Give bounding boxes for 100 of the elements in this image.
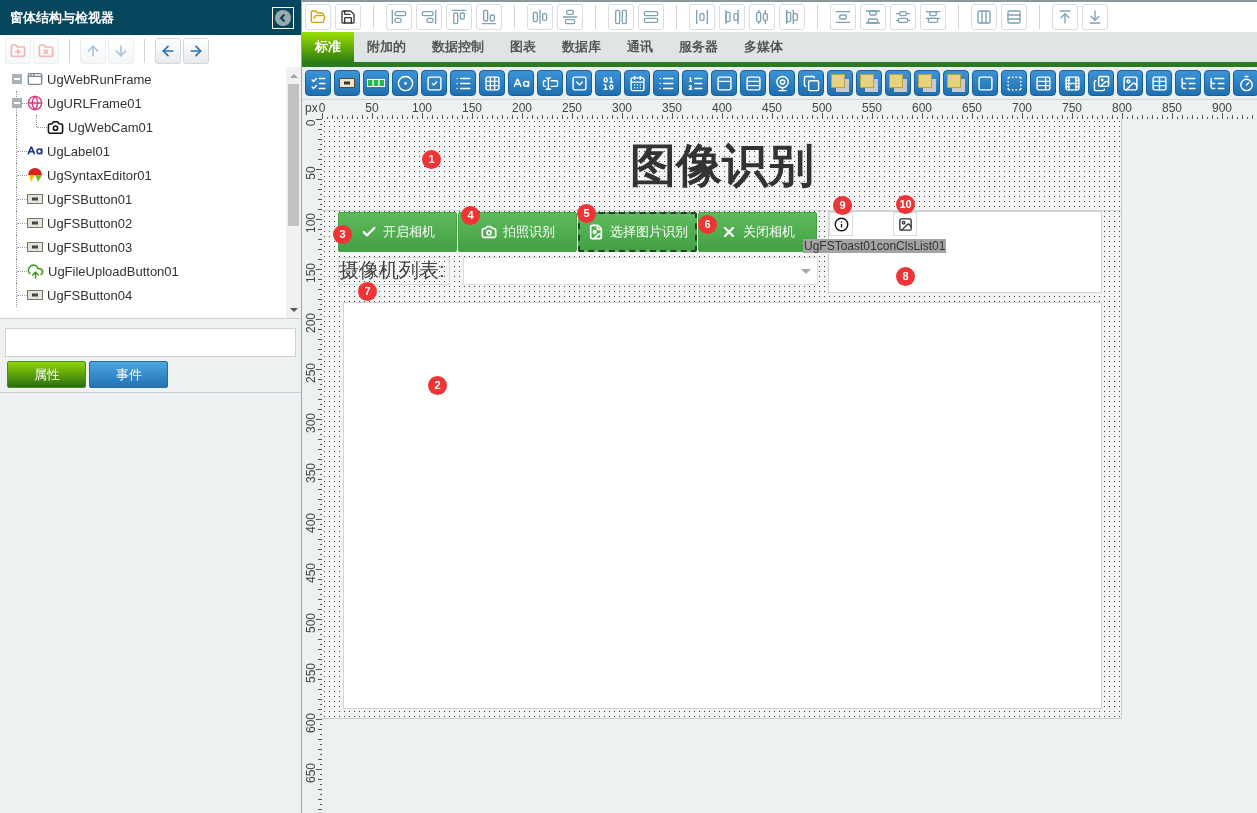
save-icon — [340, 9, 356, 25]
panel-tab[interactable]: 属性 — [7, 361, 86, 388]
palette-button[interactable] — [1030, 70, 1056, 96]
palette-button[interactable] — [914, 70, 940, 96]
palette-button[interactable] — [421, 70, 447, 96]
arrow-down-icon — [113, 43, 129, 59]
tree-item[interactable]: UgWebRunFrame — [27, 71, 152, 87]
palette-button[interactable] — [1204, 70, 1230, 96]
component-tab[interactable]: 多媒体 — [731, 32, 796, 62]
component-tab[interactable]: 服务器 — [666, 32, 731, 62]
calendar-icon — [628, 74, 646, 92]
webcam-icon — [773, 74, 791, 92]
align-center-icon — [532, 9, 548, 25]
ruler-label: 650 — [305, 763, 317, 783]
component-tab[interactable]: 数据库 — [549, 32, 614, 62]
ruler-label: 600 — [305, 713, 317, 733]
ruler-label: 150 — [462, 102, 482, 114]
folder-icon — [310, 9, 326, 25]
ruler-label: 350 — [662, 102, 682, 114]
tool-button[interactable] — [829, 212, 853, 236]
tree-item[interactable]: UgWebCam01 — [47, 118, 154, 136]
tree-item[interactable]: UgFSButton03 — [27, 240, 133, 254]
ruler-label: 300 — [305, 413, 317, 433]
align-left-icon — [391, 9, 407, 25]
ruler-label: 500 — [812, 102, 832, 114]
ruler-label: 750 — [1062, 102, 1082, 114]
space-between-icon — [724, 9, 740, 25]
palette-button[interactable] — [827, 70, 853, 96]
cloud-upload-icon — [27, 262, 44, 280]
tree-item[interactable]: UgFSButton01 — [27, 192, 133, 206]
palette-button[interactable] — [624, 70, 650, 96]
palette-button[interactable] — [1233, 70, 1257, 96]
dashed-square-icon — [1005, 74, 1023, 92]
tool-button[interactable] — [893, 212, 917, 236]
ruler-label: 250 — [305, 363, 317, 383]
palette-button[interactable] — [305, 70, 331, 96]
palette-button[interactable] — [711, 70, 737, 96]
palette-button[interactable] — [566, 70, 592, 96]
palette-button[interactable] — [479, 70, 505, 96]
arrow-down-to-line-icon — [1087, 9, 1103, 25]
palette-button[interactable] — [1117, 70, 1143, 96]
button-icon — [27, 242, 43, 252]
ruler-label: 200 — [512, 102, 532, 114]
window-icon — [27, 71, 43, 87]
ruler-label: 900 — [1212, 102, 1232, 114]
palette-button[interactable] — [1146, 70, 1172, 96]
palette-button[interactable] — [682, 70, 708, 96]
image-icon — [897, 216, 913, 232]
palette-button[interactable] — [740, 70, 766, 96]
ruler-label: 700 — [1012, 102, 1032, 114]
grid-icon — [483, 74, 501, 92]
palette-button[interactable] — [392, 70, 418, 96]
number-badge: 8 — [896, 267, 915, 286]
palette-button[interactable] — [595, 70, 621, 96]
component-tab[interactable]: 通讯 — [614, 32, 666, 62]
palette-button[interactable] — [972, 70, 998, 96]
ruler-label: 450 — [305, 563, 317, 583]
tree-item[interactable]: UgFSButton02 — [27, 216, 133, 230]
toolbar-button[interactable] — [335, 4, 361, 30]
palette-button[interactable] — [943, 70, 969, 96]
tree-item[interactable]: UgURLFrame01 — [27, 95, 142, 111]
palette-button[interactable] — [450, 70, 476, 96]
palette-button[interactable] — [1088, 70, 1114, 96]
panel-tab[interactable]: 事件 — [89, 361, 168, 388]
number-badge: 2 — [428, 376, 447, 395]
tree-item[interactable]: UgFSButton04 — [27, 288, 133, 302]
collapse-button[interactable] — [272, 6, 294, 29]
tree-item[interactable]: UgLabel01 — [27, 143, 110, 159]
align-middle-icon — [562, 9, 578, 25]
progress-bar-icon — [367, 79, 385, 87]
align-right-icon — [421, 9, 437, 25]
ruler-label: 350 — [305, 463, 317, 483]
palette-button[interactable] — [769, 70, 795, 96]
tree-item[interactable]: UgFileUploadButton01 — [27, 262, 179, 280]
scrollbar-thumb[interactable] — [288, 84, 299, 226]
ruler-label: 400 — [305, 513, 317, 533]
component-tab[interactable]: 图表 — [497, 32, 549, 62]
palette-button[interactable] — [1175, 70, 1201, 96]
component-tab[interactable]: 数据控制 — [419, 32, 497, 62]
palette-button[interactable] — [856, 70, 882, 96]
palette-button[interactable] — [334, 70, 360, 96]
palette-button[interactable] — [653, 70, 679, 96]
palette-button[interactable] — [1001, 70, 1027, 96]
ruler-label: 250 — [562, 102, 582, 114]
palette-button[interactable] — [885, 70, 911, 96]
property-search-field[interactable] — [5, 328, 296, 357]
palette-button[interactable] — [1059, 70, 1085, 96]
caret-down-icon — [801, 268, 811, 274]
pie-icon — [27, 168, 43, 182]
component-tab[interactable]: 附加的 — [354, 32, 419, 62]
tree-item[interactable]: UgSyntaxEditor01 — [27, 168, 152, 182]
palette-button[interactable] — [508, 70, 534, 96]
dropdown-icon — [570, 74, 588, 92]
palette-button[interactable] — [537, 70, 563, 96]
folder-delete-icon — [38, 43, 54, 59]
palette-button[interactable] — [363, 70, 389, 96]
palette-button[interactable] — [798, 70, 824, 96]
scrollbar[interactable] — [286, 67, 301, 318]
images-icon — [1092, 74, 1110, 92]
ruler-label: 850 — [1162, 102, 1182, 114]
